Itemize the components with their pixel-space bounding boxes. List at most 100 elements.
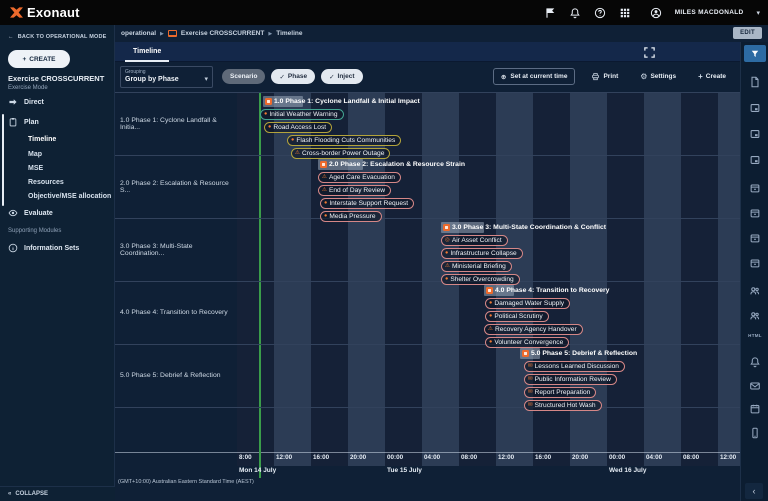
bell-icon[interactable] — [749, 356, 761, 368]
html-icon[interactable]: HTML — [746, 333, 764, 338]
sidebar-item-map[interactable]: Map — [28, 151, 42, 158]
settings-button[interactable]: ⚙ Settings — [634, 71, 682, 82]
card-icon[interactable] — [749, 154, 761, 166]
users-icon[interactable] — [749, 285, 761, 297]
sidebar-collapse-button[interactable]: « COLLAPSE — [0, 486, 115, 501]
sidebar-item-evaluate[interactable]: Evaluate — [8, 208, 53, 218]
mobile-icon[interactable] — [749, 427, 761, 439]
breadcrumb-timeline[interactable]: Timeline — [276, 30, 302, 37]
inject-pill[interactable]: ●Road Access Lost — [264, 122, 332, 133]
axis-line — [115, 452, 740, 453]
info-icon — [8, 243, 18, 253]
warning-icon: ⚠ — [322, 175, 327, 181]
plus-icon: + — [22, 56, 26, 63]
tab-timeline[interactable]: Timeline — [125, 42, 169, 62]
check-icon: ✓ — [279, 73, 284, 81]
inject-pill[interactable]: ●Damaged Water Supply — [485, 298, 570, 309]
apps-grid-icon[interactable] — [619, 7, 631, 19]
phase-bar[interactable]: 1.0 Phase 1: Cyclone Landfall & Initial … — [263, 96, 420, 107]
card-icon[interactable] — [749, 102, 761, 114]
feedback-flag-icon[interactable] — [544, 7, 556, 19]
phase-bar[interactable]: 4.0 Phase 4: Transition to Recovery — [484, 285, 609, 296]
phase-name: 1.0 Phase 1: Cyclone Landfall & Initial … — [274, 98, 420, 105]
person-icon: ● — [489, 340, 492, 346]
inject-pill[interactable]: ●Infrastructure Collapse — [441, 248, 523, 259]
mail-icon: ✉ — [528, 390, 533, 396]
inject-pill[interactable]: ✉Report Preparation — [524, 387, 596, 398]
back-arrow-icon: ← — [8, 34, 14, 40]
axis-tick-label: 08:00 — [683, 454, 699, 461]
sidebar-item-information-sets[interactable]: Information Sets — [8, 243, 79, 253]
print-button[interactable]: Print — [585, 71, 624, 82]
phase-bar[interactable]: 5.0 Phase 5: Debrief & Reflection — [520, 348, 637, 359]
inject-pill[interactable]: ●Political Scrutiny — [485, 311, 549, 322]
card-icon[interactable] — [749, 128, 761, 140]
fullscreen-icon[interactable] — [643, 46, 656, 59]
active-section-indicator — [2, 114, 4, 206]
sidebar-item-objective-mse-allocation[interactable]: Objective/MSE allocation — [28, 193, 111, 200]
inject-label: Flash Flooding Cuts Communities — [296, 137, 395, 144]
sidebar-item-direct[interactable]: Direct — [8, 97, 44, 107]
person-icon: ● — [264, 112, 267, 118]
chevron-down-icon[interactable]: ▾ — [756, 9, 760, 17]
rail-collapse-button[interactable]: ‹ — [745, 483, 763, 499]
grouping-dropdown[interactable]: Grouping Group by Phase ▾ — [120, 66, 213, 88]
target-icon: ◎ — [445, 238, 450, 244]
time-band — [385, 92, 422, 466]
set-at-current-time-button[interactable]: ⊕ Set at current time — [493, 68, 576, 85]
archive-icon[interactable] — [749, 232, 761, 244]
inject-pill[interactable]: ●Interstate Support Request — [320, 198, 414, 209]
inject-pill[interactable]: ⚠Cross-border Power Outage — [291, 148, 390, 159]
create-button[interactable]: + CREATE — [8, 50, 70, 68]
inject-pill[interactable]: ⚠End of Day Review — [318, 185, 391, 196]
phase-bar[interactable]: 2.0 Phase 2: Escalation & Resource Strai… — [318, 159, 465, 170]
filter-button[interactable] — [744, 45, 766, 62]
inject-pill[interactable]: ✉Public Information Review — [524, 374, 617, 385]
calendar-icon[interactable] — [749, 403, 761, 415]
chip-phase[interactable]: ✓Phase — [271, 69, 315, 84]
document-icon[interactable] — [749, 76, 761, 88]
row-separator — [115, 407, 740, 408]
inject-pill[interactable]: ●Volunteer Convergence — [485, 337, 569, 348]
inject-pill[interactable]: ●Initial Weather Warning — [260, 109, 344, 120]
inject-pill[interactable]: ●Flash Flooding Cuts Communities — [287, 135, 401, 146]
timeline-toolbar: Grouping Group by Phase ▾ Scenario ✓Phas… — [115, 62, 740, 92]
inject-label: Damaged Water Supply — [494, 300, 564, 307]
inject-pill[interactable]: ✉Structured Hot Wash — [524, 400, 602, 411]
sidebar-item-timeline[interactable]: Timeline — [28, 136, 56, 143]
edit-button[interactable]: EDIT — [733, 27, 762, 39]
inject-label: Structured Hot Wash — [535, 402, 596, 409]
breadcrumb-exercise[interactable]: Exercise CROSSCURRENT — [181, 30, 264, 37]
inject-pill[interactable]: ⚠Aged Care Evacuation — [318, 172, 401, 183]
chevron-left-icon: ‹ — [753, 486, 756, 496]
users-icon[interactable] — [749, 310, 761, 322]
archive-icon[interactable] — [749, 257, 761, 269]
sidebar-item-mse[interactable]: MSE — [28, 165, 43, 172]
archive-icon[interactable] — [749, 182, 761, 194]
breadcrumb-operational[interactable]: operational — [121, 30, 156, 37]
mail-icon[interactable] — [749, 380, 761, 392]
chip-scenario[interactable]: Scenario — [222, 69, 265, 84]
create-inject-button[interactable]: + Create — [692, 71, 732, 82]
inject-pill[interactable]: ⚠Recovery Agency Handover — [484, 324, 583, 335]
chip-inject[interactable]: ✓Inject — [321, 69, 362, 84]
phase-bar[interactable]: 3.0 Phase 3: Multi-State Coordination & … — [441, 222, 606, 233]
sidebar-item-resources[interactable]: Resources — [28, 179, 64, 186]
inject-pill[interactable]: ⚠Ministerial Briefing — [441, 261, 512, 272]
back-to-operational-mode-link[interactable]: ← BACK TO OPERATIONAL MODE — [8, 34, 107, 40]
sidebar-item-plan[interactable]: Plan — [8, 117, 39, 127]
warning-icon: ⚠ — [445, 264, 450, 270]
axis-day-label: Tue 15 July — [387, 467, 422, 474]
person-icon: ● — [324, 201, 327, 207]
help-icon[interactable] — [594, 7, 606, 19]
inject-pill[interactable]: ✉Lessons Learned Discussion — [524, 361, 625, 372]
notifications-bell-icon[interactable] — [569, 7, 581, 19]
inject-pill[interactable]: ●Media Pressure — [320, 211, 382, 222]
axis-tick-label: 04:00 — [424, 454, 440, 461]
avatar[interactable] — [650, 7, 662, 19]
tab-strip: Timeline — [115, 42, 740, 62]
inject-pill[interactable]: ●Shelter Overcrowding — [441, 274, 520, 285]
archive-icon[interactable] — [749, 207, 761, 219]
user-menu[interactable]: MILES MACDONALD — [675, 9, 744, 16]
inject-pill[interactable]: ◎Air Asset Conflict — [441, 235, 508, 246]
